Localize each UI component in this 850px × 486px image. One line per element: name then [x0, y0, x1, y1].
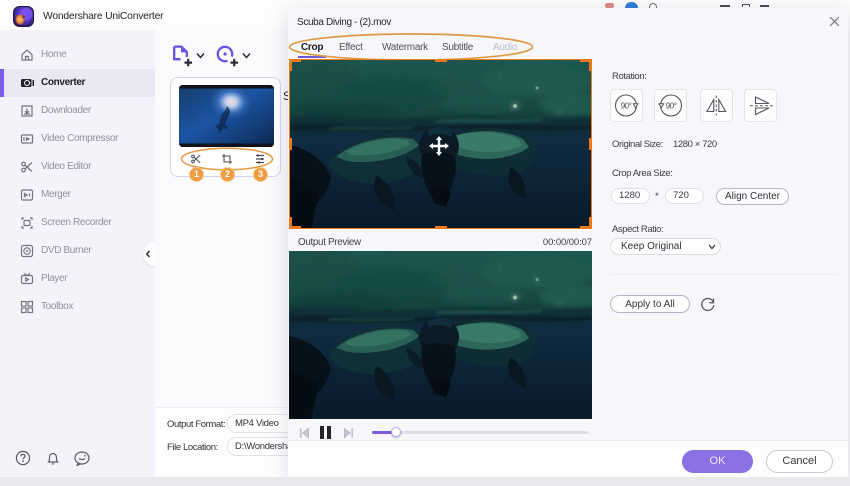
svg-text:90°: 90°	[621, 102, 632, 111]
svg-text:90°: 90°	[666, 102, 677, 111]
